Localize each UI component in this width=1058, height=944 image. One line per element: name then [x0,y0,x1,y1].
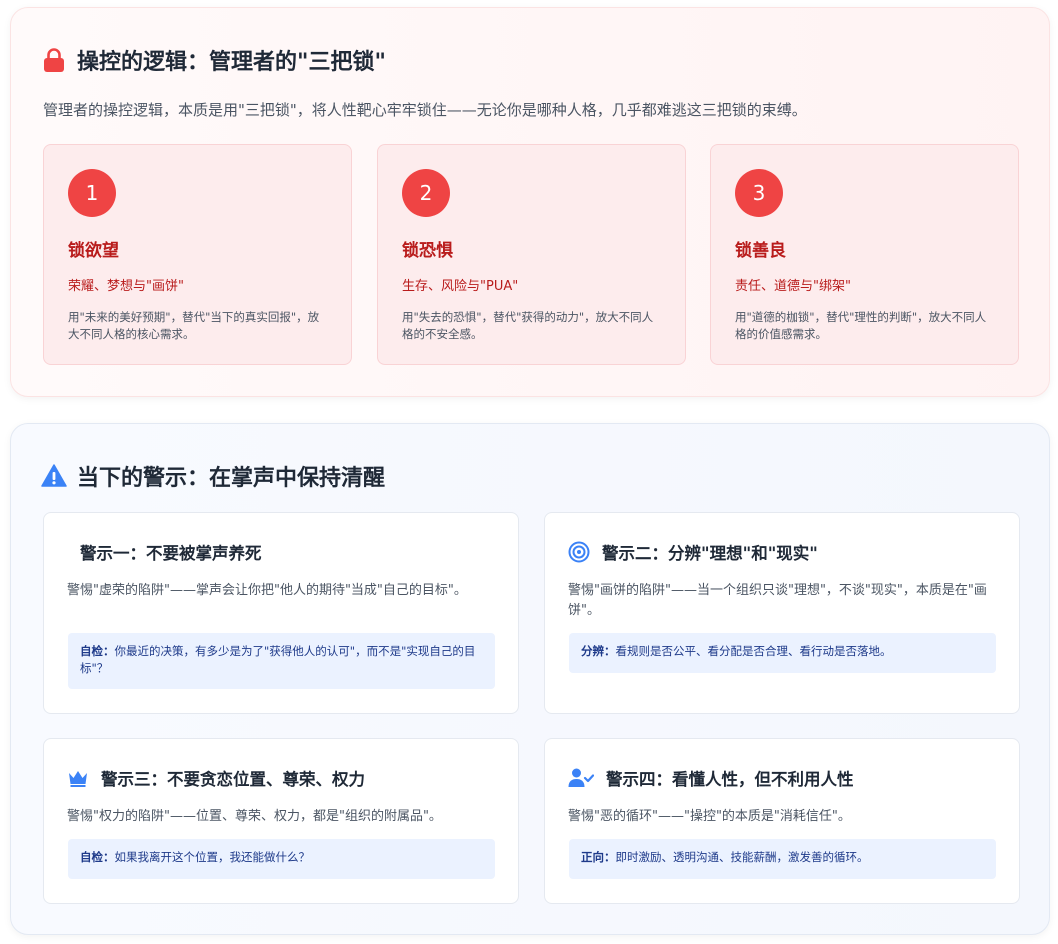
warning-description: 警惕"恶的循环"——"操控"的本质是"消耗信任"。 [568,809,851,824]
lock-icon [41,47,67,73]
section-title: 操控的逻辑：管理者的"三把锁" [41,44,386,76]
lock-description: 用"未来的美好预期"，替代"当下的真实回报"，放大不同人格的核心需求。 [68,310,320,341]
lock-subtitle: 生存、风险与"PUA" [402,279,519,294]
warning-card-1: 警示一：不要被掌声养死 警惕"虚荣的陷阱"——掌声会让你把"他人的期待"当成"自… [43,512,519,714]
lock-subtitle: 荣耀、梦想与"画饼" [68,279,184,294]
user-check-icon [568,767,594,789]
lock-subtitle: 责任、道德与"绑架" [735,279,851,294]
lock-card-desire: 1 锁欲望 荣耀、梦想与"画饼" 用"未来的美好预期"，替代"当下的真实回报"，… [43,144,352,365]
note-text: 看规则是否公平、看分配是否合理、看行动是否落地。 [615,644,892,658]
warning-icon [41,463,67,489]
note-label: 分辨： [581,644,616,658]
lock-number: 3 [735,169,783,217]
crown-icon [67,767,89,789]
warning-description: 警惕"画饼的陷阱"——当一个组织只谈"理想"，不谈"现实"，本质是在"画饼"。 [568,583,987,618]
note-label: 自检： [80,850,115,864]
warning-title: 警示三：不要贪恋位置、尊荣、权力 [67,766,365,790]
lock-description: 用"失去的恐惧"，替代"获得的动力"，放大不同人格的不安全感。 [402,310,654,341]
lock-number: 2 [402,169,450,217]
lock-name: 锁善良 [735,241,786,261]
manipulation-logic-section: 操控的逻辑：管理者的"三把锁" 管理者的操控逻辑，本质是用"三把锁"，将人性靶心… [10,7,1050,397]
note-text: 即时激励、透明沟通、技能薪酬，激发善的循环。 [615,850,869,864]
warning-card-3: 警示三：不要贪恋位置、尊荣、权力 警惕"权力的陷阱"——位置、尊荣、权力，都是"… [43,738,519,904]
note-label: 正向： [581,850,616,864]
warning-description: 警惕"权力的陷阱"——位置、尊荣、权力，都是"组织的附属品"。 [67,809,442,824]
section-intro: 管理者的操控逻辑，本质是用"三把锁"，将人性靶心牢牢锁住——无论你是哪种人格，几… [43,101,807,119]
lock-description: 用"道德的枷锁"，替代"理性的判断"，放大不同人格的价值感需求。 [735,310,987,341]
lock-name: 锁恐惧 [402,241,453,261]
lock-name: 锁欲望 [68,241,119,261]
warning-title: 警示四：看懂人性，但不利用人性 [568,766,854,790]
lock-card-fear: 2 锁恐惧 生存、风险与"PUA" 用"失去的恐惧"，替代"获得的动力"，放大不… [377,144,686,365]
lock-card-kindness: 3 锁善良 责任、道德与"绑架" 用"道德的枷锁"，替代"理性的判断"，放大不同… [710,144,1019,365]
warning-description: 警惕"虚荣的陷阱"——掌声会让你把"他人的期待"当成"自己的目标"。 [67,583,467,598]
warning-card-4: 警示四：看懂人性，但不利用人性 警惕"恶的循环"——"操控"的本质是"消耗信任"… [544,738,1020,904]
warnings-section: 当下的警示：在掌声中保持清醒 警示一：不要被掌声养死 警惕"虚荣的陷阱"——掌声… [10,423,1050,935]
section-title: 当下的警示：在掌声中保持清醒 [41,460,385,492]
warning-note-box: 自检：如果我离开这个位置，我还能做什么？ [68,839,495,879]
warning-card-2: 警示二：分辨"理想"和"现实" 警惕"画饼的陷阱"——当一个组织只谈"理想"，不… [544,512,1020,714]
warning-note-box: 正向：即时激励、透明沟通、技能薪酬，激发善的循环。 [569,839,996,879]
target-icon [568,541,590,563]
warning-note-box: 自检：你最近的决策，有多少是为了"获得他人的认可"，而不是"实现自己的目标"？ [68,633,495,689]
warning-title: 警示二：分辨"理想"和"现实" [568,540,818,564]
warning-title: 警示一：不要被掌声养死 [80,544,262,563]
note-text: 你最近的决策，有多少是为了"获得他人的认可"，而不是"实现自己的目标"？ [80,644,476,675]
lock-number: 1 [68,169,116,217]
note-text: 如果我离开这个位置，我还能做什么？ [114,850,311,864]
note-label: 自检： [80,644,115,658]
warning-note-box: 分辨：看规则是否公平、看分配是否合理、看行动是否落地。 [569,633,996,673]
